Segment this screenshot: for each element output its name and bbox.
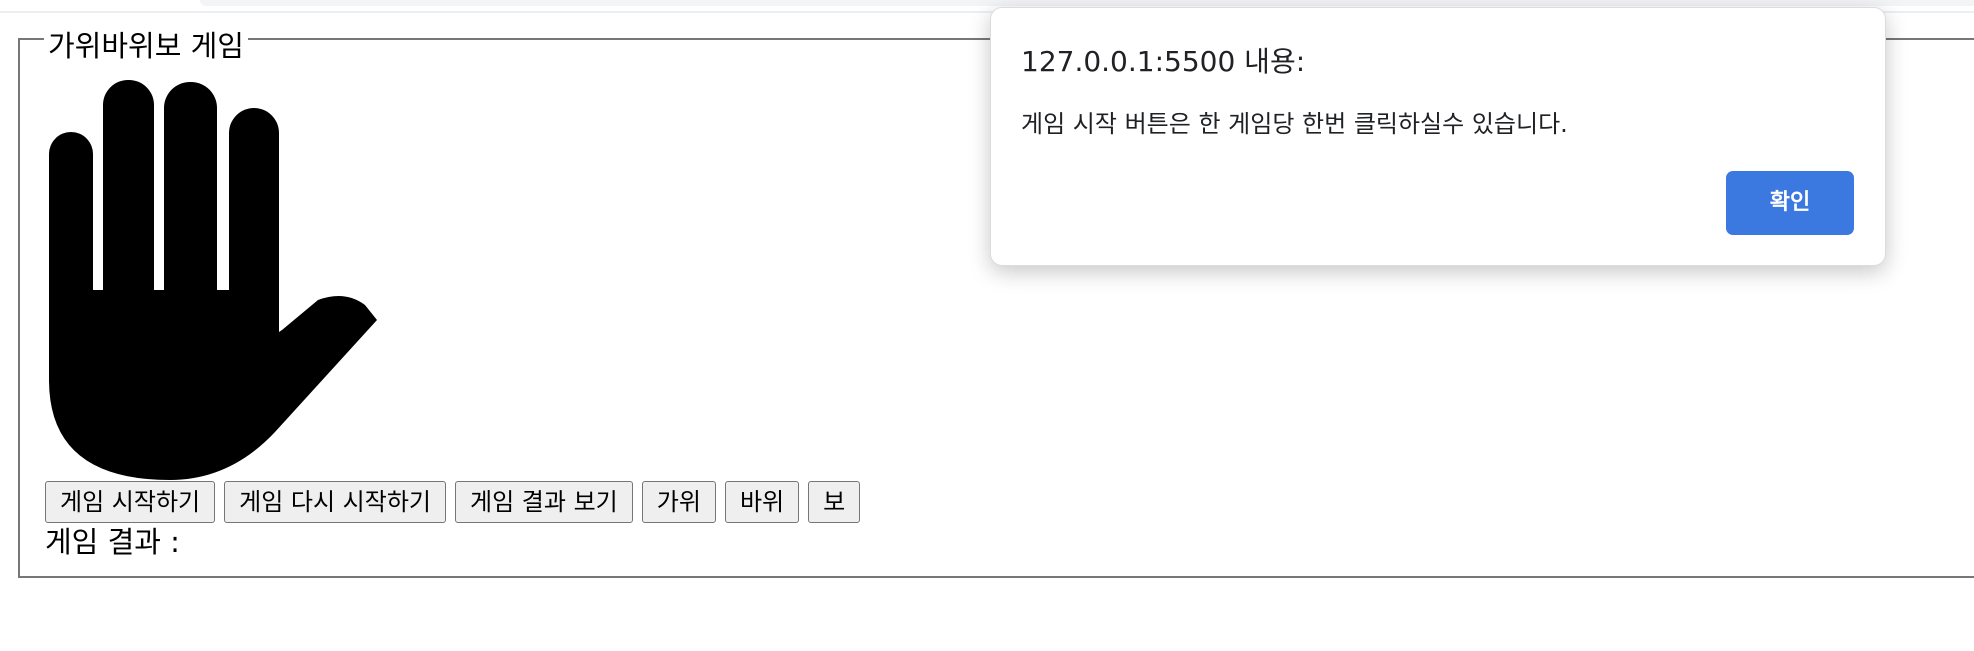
alert-origin: 127.0.0.1:5500 내용: [1021,45,1306,78]
paper-button[interactable]: 보 [808,481,861,523]
paper-hand-icon [49,80,377,480]
game-title: 가위바위보 게임 [44,26,248,66]
game-result-label: 게임 결과 : [45,525,180,559]
rock-button[interactable]: 바위 [724,481,800,523]
control-buttons: 게임 시작하기 게임 다시 시작하기 게임 결과 보기 가위 바위 보 [45,481,861,523]
show-result-button[interactable]: 게임 결과 보기 [455,481,633,523]
start-game-button[interactable]: 게임 시작하기 [45,481,216,523]
alert-message: 게임 시작 버튼은 한 게임당 한번 클릭하실수 있습니다. [1021,110,1568,138]
browser-top-strip [200,0,1974,6]
game-result: 게임 결과 : [45,522,188,562]
ok-button[interactable]: 확인 [1726,171,1854,235]
scissors-button[interactable]: 가위 [641,481,716,523]
alert-dialog: 127.0.0.1:5500 내용: 게임 시작 버튼은 한 게임당 한번 클릭… [990,7,1886,266]
restart-game-button[interactable]: 게임 다시 시작하기 [224,481,447,523]
